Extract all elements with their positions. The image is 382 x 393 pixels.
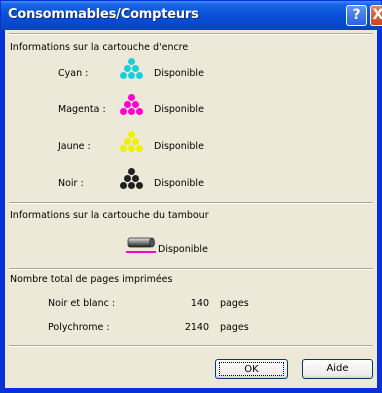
- cyan-label: Cyan :: [58, 68, 89, 79]
- color-pages-value: 2140: [184, 322, 209, 333]
- magenta-cartridge-icon: [119, 94, 145, 118]
- drum-cartridge-icon: [126, 237, 156, 253]
- magenta-label: Magenta :: [58, 104, 106, 115]
- divider: [9, 345, 373, 347]
- help-icon[interactable]: ?: [346, 5, 367, 26]
- ok-button[interactable]: OK: [215, 359, 288, 379]
- ink-dot: [132, 138, 139, 145]
- ink-dot: [128, 145, 135, 152]
- ink-section-title: Informations sur la cartouche d'encre: [10, 42, 189, 53]
- divider: [9, 202, 373, 204]
- cyan-cartridge-icon: [119, 58, 145, 82]
- ink-dot: [132, 101, 139, 108]
- noir-label: Noir :: [58, 178, 84, 189]
- ink-dot: [120, 72, 127, 79]
- dialog-body: Informations sur la cartouche d'encre Cy…: [5, 30, 377, 388]
- noir-cartridge-icon: [119, 168, 145, 192]
- help-button[interactable]: Aide: [302, 359, 373, 379]
- ink-dot: [120, 108, 127, 115]
- ink-dot: [136, 182, 143, 189]
- bw-pages-label: Noir et blanc :: [48, 298, 116, 309]
- ink-dot: [128, 182, 135, 189]
- color-pages-label: Polychrome :: [48, 322, 110, 333]
- ink-dot: [128, 72, 135, 79]
- ink-dot: [124, 138, 131, 145]
- ink-dot: [128, 108, 135, 115]
- ink-dot: [128, 131, 135, 138]
- ink-dot: [136, 108, 143, 115]
- title-bar[interactable]: Consommables/Compteurs ? X: [1, 1, 382, 30]
- ink-dot: [120, 145, 127, 152]
- ink-dot: [136, 145, 143, 152]
- ink-dot: [124, 101, 131, 108]
- close-icon[interactable]: X: [370, 5, 382, 26]
- jaune-status: Disponible: [154, 141, 204, 152]
- magenta-status: Disponible: [154, 104, 204, 115]
- ok-button-label: OK: [219, 362, 284, 376]
- pages-section-title: Nombre total de pages imprimées: [10, 274, 173, 285]
- ink-dot: [136, 72, 143, 79]
- ink-dot: [124, 65, 131, 72]
- jaune-label: Jaune :: [58, 141, 91, 152]
- cyan-status: Disponible: [154, 68, 204, 79]
- noir-status: Disponible: [154, 178, 204, 189]
- ink-dot: [120, 182, 127, 189]
- ink-dot: [128, 94, 135, 101]
- jaune-cartridge-icon: [119, 131, 145, 155]
- bw-pages-value: 140: [190, 298, 209, 309]
- ink-dot: [128, 58, 135, 65]
- ink-dot: [128, 168, 135, 175]
- ink-dot: [132, 175, 139, 182]
- bw-pages-unit: pages: [220, 298, 249, 309]
- color-pages-unit: pages: [220, 322, 249, 333]
- dialog-window: Consommables/Compteurs ? X Informations …: [0, 0, 382, 393]
- drum-status: Disponible: [158, 244, 208, 255]
- ink-dot: [132, 65, 139, 72]
- divider: [9, 33, 373, 35]
- ink-dot: [124, 175, 131, 182]
- divider: [9, 268, 373, 270]
- drum-section-title: Informations sur la cartouche du tambour: [10, 210, 209, 221]
- window-title: Consommables/Compteurs: [8, 7, 199, 22]
